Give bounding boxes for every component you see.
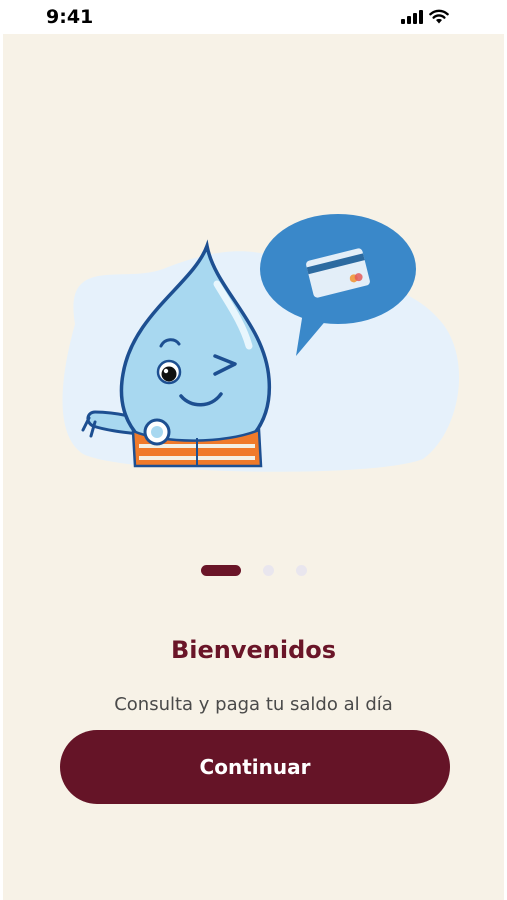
- welcome-subtitle: Consulta y paga tu saldo al día: [114, 694, 393, 715]
- page-dot-1[interactable]: [200, 565, 241, 576]
- status-time: 9:41: [46, 6, 94, 28]
- status-bar: 9:41: [0, 0, 507, 34]
- status-icons: [401, 9, 449, 24]
- cellular-signal-icon: [401, 10, 423, 24]
- page-dot-2[interactable]: [262, 565, 274, 576]
- welcome-title: Bienvenidos: [170, 636, 337, 664]
- page-dot-3[interactable]: [295, 565, 307, 576]
- page-indicator: [3, 565, 504, 576]
- mascot-illustration: [62, 214, 460, 472]
- continue-button[interactable]: Continuar: [60, 730, 450, 804]
- wifi-icon: [429, 9, 449, 24]
- onboarding-screen: Bienvenidos Consulta y paga tu saldo al …: [3, 34, 504, 900]
